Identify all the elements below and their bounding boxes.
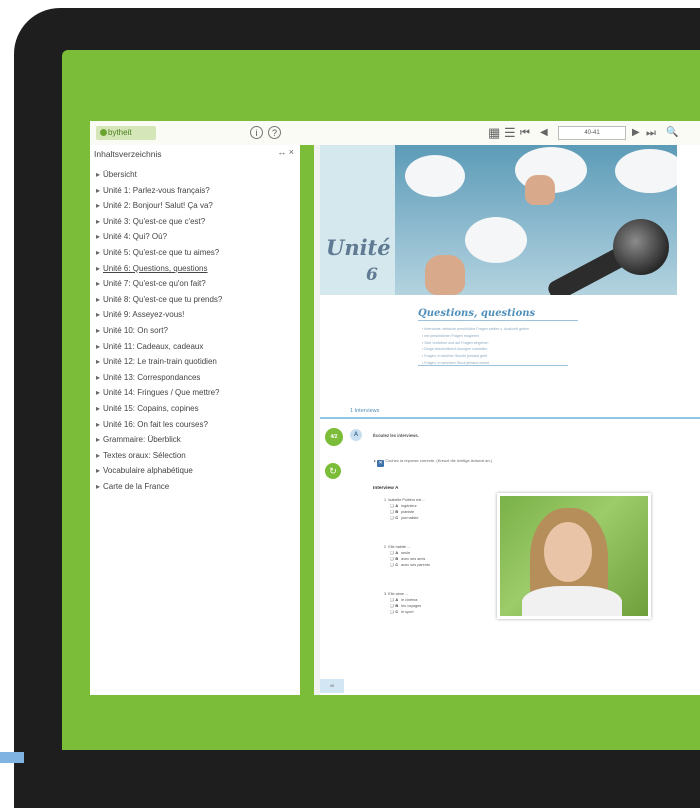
ebook-viewer: bytheit i ? ▦ ☰ ⏮ ◀ 40-41 ▶ ⏭ 🔍 Inhaltsv… xyxy=(90,121,700,695)
exercise-tab: 1 Interviews xyxy=(350,408,380,414)
toc-item[interactable]: ▸ Unité 16: On fait les courses? xyxy=(93,417,222,433)
play-audio-icon[interactable]: ↻ xyxy=(325,463,341,479)
previous-page-icon[interactable]: ◀ xyxy=(540,125,548,141)
toc-list: ▸ Übersicht ▸ Unité 1: Parlez-vous françai… xyxy=(93,167,222,494)
checkbox-x-icon: ✕ xyxy=(377,460,385,467)
answer-option[interactable]: ❑ Cjournaliste xyxy=(384,515,425,521)
toc-controls: ↔ × xyxy=(277,147,294,157)
unit-title: Unité xyxy=(326,235,391,260)
interview-heading: Interview A xyxy=(373,486,399,491)
top-toolbar: bytheit i ? ▦ ☰ ⏮ ◀ 40-41 ▶ ⏭ 🔍 xyxy=(90,121,700,146)
toc-item[interactable]: ▸ Unité 2: Bonjour! Salut! Ça va? xyxy=(93,198,222,214)
toc-item[interactable]: ▸ Unité 8: Qu'est-ce que tu prends? xyxy=(93,292,222,308)
speech-bubbles-photo xyxy=(395,145,677,295)
toc-item[interactable]: ▸ Unité 12: Le train-train quotidien xyxy=(93,354,222,370)
goal-item: ▪ Sich Vorlieben und auf Fragen eingehen xyxy=(422,340,489,345)
speech-bubble-shape xyxy=(465,217,527,263)
toc-item[interactable]: ▸ Unité 1: Parlez-vous français? xyxy=(93,183,222,199)
info-button[interactable]: i xyxy=(250,126,263,139)
app-logo: bytheit xyxy=(96,126,156,140)
exercise-letter: A xyxy=(350,429,362,441)
toc-header: Inhaltsverzeichnis xyxy=(94,149,294,159)
question-1: 1 Isabelle Poitiers est ... ❑ Aingénieur … xyxy=(384,498,426,521)
exercise-instruction: Écoutez les interviews. xyxy=(373,433,419,438)
page-number-input[interactable]: 40-41 xyxy=(558,126,626,140)
first-page-icon[interactable]: ⏮ xyxy=(520,125,530,141)
unit-banner: Unité 6 xyxy=(320,145,395,295)
goal-item: ▪ mit persönlichen Fragen reagieren xyxy=(422,333,480,338)
toc-item[interactable]: ▸ Textes oraux: Sélection xyxy=(93,448,222,464)
divider xyxy=(418,365,568,366)
toc-item[interactable]: ▸ Unité 14: Fringues / Que mettre? xyxy=(93,385,222,401)
microphone-icon xyxy=(613,219,669,275)
interviewee-photo xyxy=(497,493,651,619)
toc-title: Inhaltsverzeichnis xyxy=(94,149,162,159)
learning-goals: ▪ Interviews: einfache persönliche Frage… xyxy=(422,326,529,367)
grid-view-icon[interactable]: ▦ xyxy=(488,125,500,141)
zoom-icon[interactable]: 🔍 xyxy=(666,125,678,141)
audio-track-button[interactable]: 4/2 xyxy=(325,428,343,446)
toc-item[interactable]: ▸ Unité 11: Cadeaux, cadeaux xyxy=(93,339,222,355)
panel-divider[interactable] xyxy=(300,145,314,695)
goal-item: ▪ Dinge beschreiben/Lösungen vorstellen xyxy=(422,347,488,352)
speech-bubble-shape xyxy=(615,149,677,193)
page-number: 40 xyxy=(320,679,344,693)
section-title: Questions, questions xyxy=(418,308,536,319)
goal-item: ▪ Fragen, in welcher Stunde jemand geht xyxy=(422,354,488,359)
bottom-strip xyxy=(0,752,24,763)
toc-item[interactable]: ▸ Vocabulaire alphabétique xyxy=(93,463,222,479)
speech-bubble-shape xyxy=(405,155,465,197)
portrait-shirt-shape xyxy=(522,586,622,616)
answer-option[interactable]: ❑ Cavec ses parents xyxy=(384,562,430,568)
expand-icon[interactable]: ↔ xyxy=(277,147,286,157)
toc-item[interactable]: ▸ Unité 4: Qui? Où? xyxy=(93,229,222,245)
portrait-face-shape xyxy=(544,522,592,582)
question-2: 2 Elle habite ... ❑ Aseule ❑ Bavec ses ami… xyxy=(384,545,430,568)
toc-item[interactable]: ▸ Unité 3: Qu'est-ce que c'est? xyxy=(93,214,222,230)
document-page: Unité 6 Questions, questions ▪ Interview… xyxy=(320,145,700,695)
question-3: 3 Elle aime ... ❑ Ale cinéma ❑ Bles voyage… xyxy=(384,592,422,615)
table-of-contents-panel: Inhaltsverzeichnis ↔ × ▸ Übersicht ▸ Unité… xyxy=(90,145,301,695)
hand-shape xyxy=(525,175,555,205)
toc-item[interactable]: ▸ Übersicht xyxy=(93,167,222,183)
last-page-icon[interactable]: ⏭ xyxy=(646,125,656,141)
divider xyxy=(320,417,700,419)
unit-number: 6 xyxy=(366,265,378,285)
sub-instruction: ▸ ✕ Cochez la réponse correcte. (Kreuzt … xyxy=(374,458,493,467)
close-icon[interactable]: × xyxy=(289,147,294,157)
toc-item[interactable]: ▸ Unité 5: Qu'est-ce que tu aimes? xyxy=(93,245,222,261)
toc-item[interactable]: ▸ Unité 7: Qu'est-ce qu'on fait? xyxy=(93,276,222,292)
toc-item[interactable]: ▸ Unité 10: On sort? xyxy=(93,323,222,339)
logo-icon xyxy=(100,129,107,136)
list-view-icon[interactable]: ☰ xyxy=(504,125,516,141)
hand-shape xyxy=(425,255,465,295)
toc-item[interactable]: ▸ Unité 9: Asseyez-vous! xyxy=(93,307,222,323)
toc-item[interactable]: ▸ Carte de la France xyxy=(93,479,222,495)
toc-item[interactable]: ▸ Grammaire: Überblick xyxy=(93,432,222,448)
goal-item: ▪ Interviews: einfache persönliche Frage… xyxy=(422,327,529,331)
toc-item-active[interactable]: ▸ Unité 6: Questions, questions xyxy=(93,261,222,277)
answer-option[interactable]: ❑ Cle sport xyxy=(384,609,421,615)
toc-item[interactable]: ▸ Unité 13: Correspondances xyxy=(93,370,222,386)
next-page-icon[interactable]: ▶ xyxy=(632,125,640,141)
toc-item[interactable]: ▸ Unité 15: Copains, copines xyxy=(93,401,222,417)
help-button[interactable]: ? xyxy=(268,126,281,139)
divider xyxy=(418,320,578,321)
